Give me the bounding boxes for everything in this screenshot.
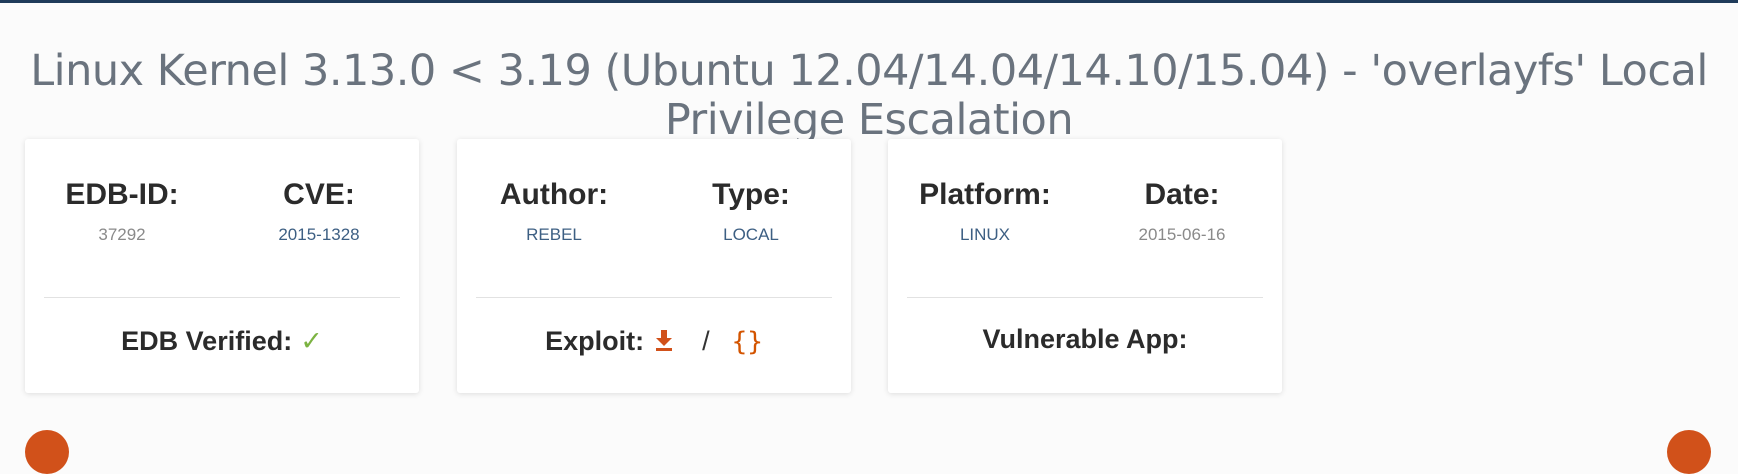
cve-field: CVE: 2015-1328 [239, 177, 399, 245]
info-card-platform: Platform: LINUX Date: 2015-06-16 Vulnera… [888, 139, 1282, 393]
cve-label: CVE: [283, 178, 355, 211]
vulnerable-app-row: Vulnerable App: [888, 321, 1282, 357]
cve-link[interactable]: 2015-1328 [239, 225, 399, 245]
card-divider [476, 297, 832, 298]
info-card-ids: EDB-ID: 37292 CVE: 2015-1328 EDB Verifie… [25, 139, 419, 393]
platform-link[interactable]: LINUX [905, 225, 1065, 245]
info-card-author: Author: REBEL Type: LOCAL Exploit: / {} [457, 139, 851, 393]
exploit-label: Exploit: [545, 326, 645, 356]
vulnerable-app-label: Vulnerable App: [982, 324, 1188, 354]
prev-nav-button[interactable] [25, 430, 69, 474]
exploit-row: Exploit: / {} [457, 323, 851, 361]
card-divider [44, 297, 400, 298]
platform-label: Platform: [919, 178, 1051, 211]
date-field: Date: 2015-06-16 [1102, 177, 1262, 245]
date-value: 2015-06-16 [1138, 225, 1226, 244]
card-divider [907, 297, 1263, 298]
download-icon[interactable] [654, 325, 674, 361]
exploit-separator: / [702, 326, 710, 356]
checkmark-icon: ✓ [300, 326, 323, 356]
page-title: Linux Kernel 3.13.0 < 3.19 (Ubuntu 12.04… [30, 45, 1708, 145]
top-accent-bar [0, 0, 1738, 3]
edb-verified-row: EDB Verified: ✓ [25, 323, 419, 359]
type-link[interactable]: LOCAL [671, 225, 831, 245]
edb-id-field: EDB-ID: 37292 [42, 177, 202, 245]
edb-verified-label: EDB Verified: [121, 326, 293, 356]
view-code-icon[interactable]: {} [732, 327, 763, 357]
platform-field: Platform: LINUX [905, 177, 1065, 245]
edb-id-label: EDB-ID: [65, 178, 179, 211]
type-label: Type: [712, 178, 790, 211]
type-field: Type: LOCAL [671, 177, 831, 245]
edb-id-value: 37292 [98, 225, 146, 244]
next-nav-button[interactable] [1667, 430, 1711, 474]
author-link[interactable]: REBEL [474, 225, 634, 245]
date-label: Date: [1144, 178, 1220, 211]
author-field: Author: REBEL [474, 177, 634, 245]
author-label: Author: [499, 178, 609, 211]
